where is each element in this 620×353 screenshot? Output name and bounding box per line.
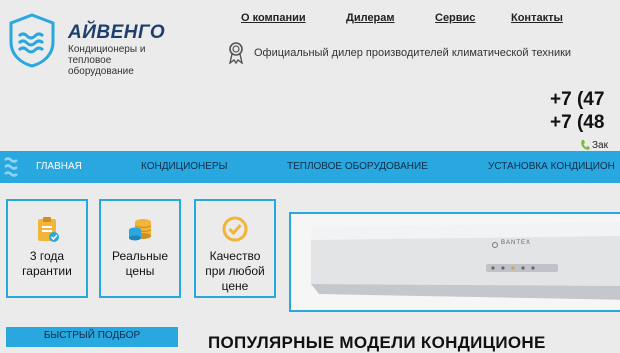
feature-prices-label: Реальные цены — [111, 249, 168, 278]
brand-name[interactable]: АЙВЕНГО — [68, 22, 165, 44]
coins-icon — [129, 219, 152, 241]
feature-prices: Реальные цены — [99, 199, 181, 298]
main-nav-conditioners[interactable]: КОНДИЦИОНЕРЫ — [141, 151, 227, 183]
nav-link-service[interactable]: Сервис — [435, 12, 475, 24]
popular-models-heading: ПОПУЛЯРНЫЕ МОДЕЛИ КОНДИЦИОНЕ — [208, 333, 546, 352]
dealer-text: Официальный дилер производителей климати… — [254, 47, 572, 59]
clipboard-check-icon — [38, 217, 59, 242]
main-nav-heating[interactable]: ТЕПЛОВОЕ ОБОРУДОВАНИЕ — [287, 151, 428, 183]
phone-icon — [581, 140, 590, 150]
phone-number-1[interactable]: +7 (47 — [550, 89, 604, 111]
feature-quality-label: Качество при любой цене — [205, 249, 265, 293]
banner-product-brand: BANTEX — [501, 240, 532, 246]
promo-banner[interactable]: BANTEX — [289, 212, 620, 312]
nav-wave-icon — [4, 157, 18, 177]
phone-number-2[interactable]: +7 (48 — [550, 112, 604, 134]
nav-link-about[interactable]: О компании — [241, 12, 306, 24]
award-icon — [229, 42, 243, 64]
brand-tagline: Кондиционеры и тепловое оборудование — [68, 44, 146, 77]
feature-quality: Качество при любой цене — [194, 199, 276, 298]
feature-warranty: 3 года гарантии — [6, 199, 88, 298]
nav-link-dealers[interactable]: Дилерам — [346, 12, 395, 24]
main-nav-home[interactable]: ГЛАВНАЯ — [36, 151, 82, 183]
nav-link-contacts[interactable]: Контакты — [511, 12, 563, 24]
quick-select-header[interactable]: БЫСТРЫЙ ПОДБОР — [6, 327, 178, 347]
main-nav: ГЛАВНАЯ КОНДИЦИОНЕРЫ ТЕПЛОВОЕ ОБОРУДОВАН… — [0, 151, 620, 183]
logo-shield-icon[interactable] — [6, 12, 58, 68]
callback-link[interactable]: Зак — [592, 140, 608, 151]
main-nav-installation[interactable]: УСТАНОВКА КОНДИЦИОН — [488, 151, 615, 183]
air-conditioner-image — [291, 214, 620, 310]
check-circle-icon — [222, 216, 248, 242]
feature-warranty-label: 3 года гарантии — [22, 249, 72, 278]
